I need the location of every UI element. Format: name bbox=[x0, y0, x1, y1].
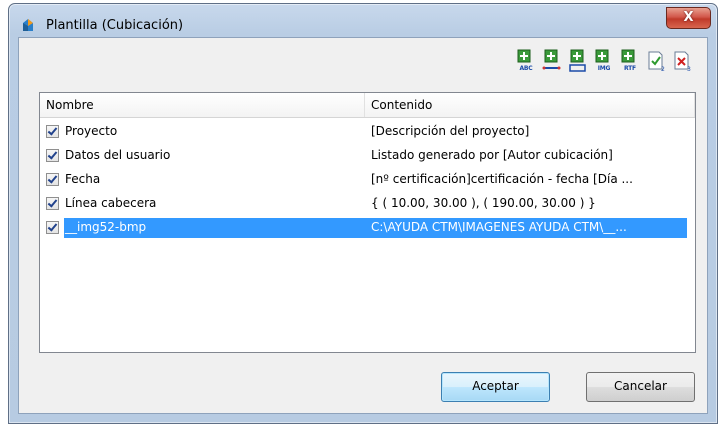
item-content: [Descripción del proyecto] bbox=[371, 124, 530, 138]
item-name: __img52-bmp bbox=[65, 220, 147, 234]
app-icon bbox=[20, 17, 36, 33]
item-content: [nº certificación]certificación - fecha … bbox=[371, 172, 633, 186]
list-item[interactable]: Proyecto [Descripción del proyecto] bbox=[40, 120, 695, 144]
list-rows: Proyecto [Descripción del proyecto] Dato… bbox=[40, 120, 695, 240]
add-image-label: IMG bbox=[597, 65, 611, 72]
add-image-icon bbox=[595, 49, 609, 63]
item-checkbox[interactable] bbox=[46, 125, 59, 138]
item-name: Línea cabecera bbox=[65, 196, 157, 210]
item-content: Listado generado por [Autor cubicación] bbox=[371, 148, 613, 162]
edit-item-button[interactable]: 2 bbox=[645, 48, 665, 74]
dialog-window: Plantilla (Cubicación) X ABC IMG RTF 2 3… bbox=[8, 3, 718, 424]
item-content: { ( 10.00, 30.00 ), ( 190.00, 30.00 ) } bbox=[371, 196, 596, 210]
svg-text:3: 3 bbox=[687, 66, 691, 73]
dialog-client-area: ABC IMG RTF 2 3 Nombre Contenido Proyect… bbox=[18, 37, 708, 414]
add-rtf-label: RTF bbox=[624, 65, 636, 72]
add-image-button[interactable]: IMG bbox=[593, 48, 613, 74]
add-line-button[interactable] bbox=[541, 48, 561, 74]
add-line-icon bbox=[542, 49, 561, 70]
list-header: Nombre Contenido bbox=[40, 93, 695, 118]
items-list[interactable]: Nombre Contenido Proyecto [Descripción d… bbox=[39, 92, 696, 353]
close-button[interactable]: X bbox=[666, 7, 711, 29]
toolbar: ABC IMG RTF 2 3 bbox=[515, 48, 691, 78]
item-name: Datos del usuario bbox=[65, 148, 171, 162]
list-item-selected[interactable]: __img52-bmp C:\AYUDA CTM\IMAGENES AYUDA … bbox=[40, 216, 695, 240]
cancel-button[interactable]: Cancelar bbox=[586, 372, 695, 402]
list-item[interactable]: Fecha [nº certificación]certificación - … bbox=[40, 168, 695, 192]
item-content: C:\AYUDA CTM\IMAGENES AYUDA CTM\__... bbox=[371, 220, 627, 234]
title-bar[interactable]: Plantilla (Cubicación) X bbox=[9, 4, 717, 40]
item-checkbox[interactable] bbox=[46, 221, 59, 234]
add-rtf-icon bbox=[621, 49, 635, 63]
item-name: Fecha bbox=[65, 172, 101, 186]
column-header-content[interactable]: Contenido bbox=[365, 93, 695, 117]
edit-document-icon: 2 bbox=[648, 51, 665, 73]
add-rtf-button[interactable]: RTF bbox=[619, 48, 639, 74]
delete-document-icon: 3 bbox=[674, 51, 691, 73]
window-title: Plantilla (Cubicación) bbox=[46, 18, 184, 33]
add-text-button[interactable]: ABC bbox=[515, 48, 535, 74]
delete-item-button[interactable]: 3 bbox=[671, 48, 691, 74]
list-item[interactable]: Datos del usuario Listado generado por [… bbox=[40, 144, 695, 168]
add-text-icon bbox=[517, 49, 531, 63]
item-checkbox[interactable] bbox=[46, 149, 59, 162]
add-box-button[interactable] bbox=[567, 48, 587, 74]
column-header-name[interactable]: Nombre bbox=[40, 93, 365, 117]
item-checkbox[interactable] bbox=[46, 197, 59, 210]
svg-text:2: 2 bbox=[661, 66, 665, 73]
item-checkbox[interactable] bbox=[46, 173, 59, 186]
add-box-icon bbox=[569, 49, 586, 72]
list-item[interactable]: Línea cabecera { ( 10.00, 30.00 ), ( 190… bbox=[40, 192, 695, 216]
accept-button[interactable]: Aceptar bbox=[441, 372, 550, 402]
add-text-label: ABC bbox=[519, 65, 533, 72]
item-name: Proyecto bbox=[65, 124, 118, 138]
